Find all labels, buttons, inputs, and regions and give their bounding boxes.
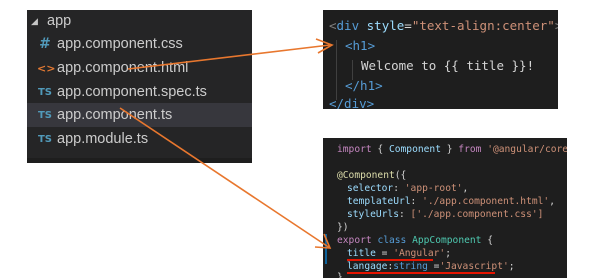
file-label: app.component.html (57, 60, 189, 76)
code-token: } (337, 272, 343, 278)
code-token: </h1> (345, 78, 383, 93)
file-explorer: ◢ app # app.component.css <> app.compone… (27, 10, 252, 158)
code-token: './app.component.html' (422, 196, 550, 207)
code-token: div (336, 18, 360, 33)
code-line: export class AppComponent { (337, 235, 493, 247)
code-token: ({ (394, 170, 407, 181)
title-underline (347, 259, 433, 261)
code-line: </div> (329, 94, 374, 109)
code-token: export (337, 235, 372, 246)
code-line: </h1> (345, 76, 383, 96)
code-token: templateUrl (347, 196, 411, 207)
code-line: selector: 'app-root', (347, 183, 469, 194)
code-line: }) (337, 222, 349, 234)
code-token: = (404, 18, 412, 33)
code-token: < (329, 18, 337, 33)
folder-app[interactable]: ◢ app (27, 10, 252, 32)
ts-code-editor[interactable]: import { Component } from '@angular/core… (323, 138, 567, 278)
code-token: Welcome to {{ title }}! (361, 58, 535, 73)
code-token: 'Angular' (393, 248, 446, 259)
code-token: { (481, 235, 493, 246)
code-token: } (440, 144, 459, 155)
code-line: } (337, 272, 343, 278)
code-token: style (366, 18, 405, 33)
code-line: Welcome to {{ title }}! (361, 56, 534, 76)
code-token: = (427, 261, 440, 272)
code-token: import (337, 144, 372, 155)
code-token: Component (388, 144, 441, 155)
code-token: }) (337, 222, 349, 233)
langage-underline (347, 272, 495, 274)
css-file-icon: # (39, 36, 51, 52)
html-code-editor[interactable]: <div style="text-align:center"> <h1> Wel… (323, 10, 558, 109)
file-item-spec-ts[interactable]: TS app.component.spec.ts (27, 80, 252, 104)
code-line: import { Component } from '@angular/core… (337, 144, 567, 156)
file-item-component-ts[interactable]: TS app.component.ts (27, 103, 252, 127)
file-label: app.module.ts (57, 131, 149, 147)
expanded-caret-icon: ◢ (31, 15, 38, 26)
code-line: styleUrls: ['./app.component.css'] (347, 209, 544, 220)
file-item-module-ts[interactable]: TS app.module.ts (27, 127, 252, 151)
code-token: string (393, 261, 428, 272)
ts-file-icon: TS (37, 86, 53, 98)
code-token: ['./app.component.css'] (410, 209, 544, 220)
code-token: > (555, 18, 558, 33)
code-token: from (458, 144, 482, 155)
code-token: 'Javascript' (439, 261, 509, 272)
code-line: <h1> (345, 36, 375, 56)
code-token: AppComponent (412, 235, 482, 246)
code-token: title (347, 248, 376, 259)
code-token: 'app-root' (404, 183, 463, 194)
folder-label: app (47, 13, 72, 29)
code-token: selector (347, 183, 394, 194)
file-label: app.component.spec.ts (57, 84, 207, 100)
code-line: <div style="text-align:center"> (329, 16, 558, 36)
file-label: app.component.css (57, 36, 183, 52)
ts-file-icon: TS (37, 133, 53, 145)
git-change-indicator (325, 234, 327, 264)
code-token: langage (347, 261, 388, 272)
code-token: "text-align:center" (411, 18, 555, 33)
code-token: @Component (337, 170, 395, 181)
code-token: </div> (329, 96, 375, 109)
code-token: { (371, 144, 389, 155)
code-token: styleUrls (347, 209, 399, 220)
code-token: class (377, 235, 407, 246)
file-item-html[interactable]: <> app.component.html (27, 56, 252, 80)
code-token: '@angular/core' (487, 144, 567, 155)
explorer-bottom-strip (27, 158, 252, 163)
ts-file-icon: TS (37, 109, 53, 121)
code-line: templateUrl: './app.component.html', (347, 196, 555, 207)
file-item-css[interactable]: # app.component.css (27, 32, 252, 56)
indent-guide (336, 40, 337, 100)
html-file-icon: <> (37, 61, 56, 75)
file-label: app.component.ts (57, 107, 173, 123)
code-token: = (375, 248, 394, 259)
code-token: <h1> (345, 38, 376, 53)
code-line: @Component({ (337, 170, 406, 182)
